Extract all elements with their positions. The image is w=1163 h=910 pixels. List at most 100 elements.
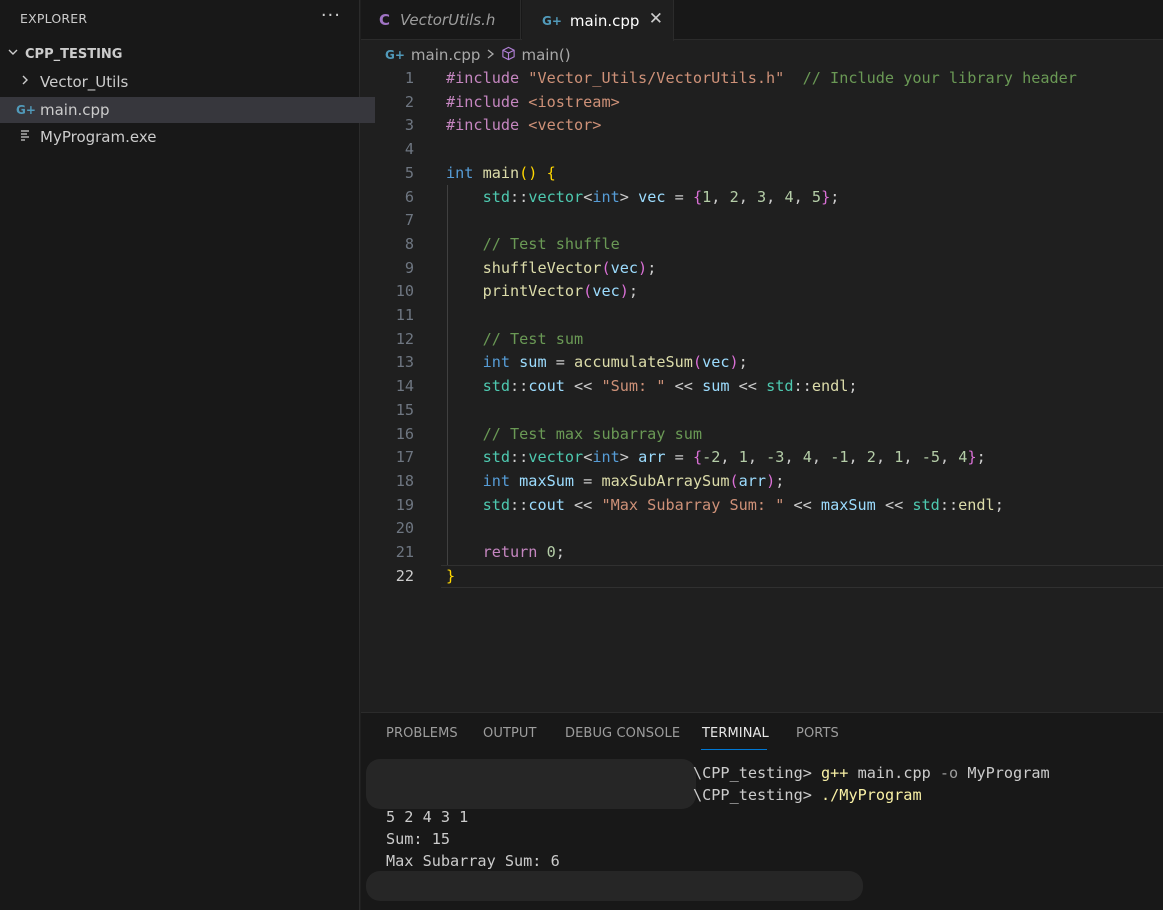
more-actions-icon[interactable]: ··· <box>321 5 341 26</box>
code-token: sum <box>702 377 730 396</box>
tab-main-cpp[interactable]: G+ main.cpp ✕ <box>522 0 674 41</box>
breadcrumb-file[interactable]: main.cpp <box>411 46 481 64</box>
code-line[interactable]: 7 <box>361 209 1163 233</box>
tab-terminal[interactable]: TERMINAL <box>702 726 769 741</box>
code-line[interactable]: 4 <box>361 138 1163 162</box>
code-token: "Vector_Utils/VectorUtils.h" <box>528 69 785 87</box>
code-token: std <box>482 495 511 514</box>
tab-ports[interactable]: PORTS <box>796 726 839 741</box>
chevron-right-icon <box>486 46 495 64</box>
code-token: std <box>482 448 511 467</box>
tab-output[interactable]: OUTPUT <box>483 726 537 741</box>
code-token: ( <box>729 471 739 490</box>
folder-name: CPP_TESTING <box>25 46 123 62</box>
code-text: printVector(vec); <box>446 280 639 304</box>
code-line[interactable]: 9 shuffleVector(vec); <box>361 257 1163 281</box>
code-token: { <box>692 448 703 467</box>
code-token: , <box>747 448 767 467</box>
folder-cpp-testing[interactable]: CPP_TESTING <box>0 41 363 67</box>
line-number: 8 <box>404 234 414 253</box>
command-flag: -o <box>939 764 959 782</box>
line-number: 4 <box>404 140 414 159</box>
code-token: ; <box>647 258 657 277</box>
code-token: // Test sum <box>482 329 584 348</box>
code-token: cout <box>528 377 565 396</box>
code-token: , <box>811 448 831 467</box>
code-line[interactable]: 18 int maxSum = maxSubArraySum(arr); <box>361 470 1163 494</box>
code-token: << <box>875 495 913 514</box>
tree-item-main-cpp[interactable]: G+ main.cpp <box>0 97 375 123</box>
code-token: << <box>564 377 602 396</box>
line-number: 22 <box>395 566 414 585</box>
breadcrumb-symbol[interactable]: main() <box>521 46 570 64</box>
line-number: 1 <box>404 69 414 87</box>
code-token: <iostream> <box>528 92 620 111</box>
line-number: 19 <box>395 495 414 514</box>
tab-debug-console[interactable]: DEBUG CONSOLE <box>565 726 680 741</box>
tree-item-myprogram-exe[interactable]: MyProgram.exe <box>0 124 375 150</box>
code-token: = <box>574 471 602 490</box>
code-token: int <box>482 353 520 372</box>
code-text: std::vector<int> arr = {-2, 1, -3, 4, -1… <box>446 446 986 470</box>
code-token: ) <box>638 258 648 277</box>
code-token: endl <box>811 377 849 396</box>
code-token: :: <box>939 495 959 514</box>
code-token: ) <box>619 282 629 301</box>
code-line[interactable]: 10 printVector(vec); <box>361 280 1163 304</box>
file-lines-icon <box>16 129 34 145</box>
code-line[interactable]: 14 std::cout << "Sum: " << sum << std::e… <box>361 375 1163 399</box>
code-line[interactable]: 3 #include <vector> <box>361 114 1163 138</box>
tab-problems[interactable]: PROBLEMS <box>386 726 458 741</box>
code-line[interactable]: 15 <box>361 399 1163 423</box>
code-token: ; <box>976 448 986 467</box>
code-line[interactable]: 1 #include "Vector_Utils/VectorUtils.h" /… <box>361 67 1163 91</box>
code-token: vec <box>702 353 730 372</box>
redacted-region <box>366 759 696 809</box>
code-line[interactable]: 20 <box>361 517 1163 541</box>
code-line[interactable]: 8 // Test shuffle <box>361 233 1163 257</box>
code-text: // Test max subarray sum <box>446 423 702 447</box>
code-line[interactable]: 6 std::vector<int> vec = {1, 2, 3, 4, 5}… <box>361 186 1163 210</box>
terminal-output-line: Max Subarray Sum: 6 <box>386 852 560 870</box>
tree-item-label: main.cpp <box>40 101 110 119</box>
code-token: maxSum <box>820 495 876 514</box>
prompt-path: \CPP_testing> <box>693 764 822 782</box>
code-line[interactable]: 22} <box>361 564 1163 589</box>
code-token: << <box>564 495 602 514</box>
close-icon[interactable]: ✕ <box>649 9 663 29</box>
code-token: , <box>711 187 730 206</box>
code-token: ( <box>601 258 611 277</box>
code-token: = <box>546 353 575 372</box>
code-line[interactable]: 13 int sum = accumulateSum(vec); <box>361 351 1163 375</box>
cpp-file-icon: G+ <box>16 103 36 117</box>
code-line[interactable]: 17 std::vector<int> arr = {-2, 1, -3, 4,… <box>361 446 1163 470</box>
breadcrumb: G+ main.cpp main() <box>385 44 571 66</box>
cpp-file-icon: G+ <box>542 13 562 28</box>
code-token: ) <box>766 471 776 490</box>
code-line[interactable]: 11 <box>361 304 1163 328</box>
code-line[interactable]: 21 return 0; <box>361 541 1163 565</box>
code-token: vec <box>592 282 620 301</box>
tab-vectorutils-h[interactable]: C VectorUtils.h <box>361 0 521 40</box>
code-token: maxSum <box>519 471 575 490</box>
command-program: g++ <box>821 764 849 782</box>
code-editor[interactable]: 1 #include "Vector_Utils/VectorUtils.h" /… <box>361 66 1163 711</box>
code-token: vector <box>528 187 584 206</box>
code-token: #include <box>446 116 529 135</box>
code-line[interactable]: 12 // Test sum <box>361 328 1163 352</box>
line-number: 17 <box>395 448 414 467</box>
code-line[interactable]: 5 int main() { <box>361 162 1163 186</box>
code-token: , <box>738 187 758 206</box>
tree-item-vector-utils[interactable]: Vector_Utils <box>0 69 375 95</box>
line-number: 2 <box>404 92 414 111</box>
code-line[interactable]: 16 // Test max subarray sum <box>361 423 1163 447</box>
code-text: } <box>446 565 455 589</box>
code-line[interactable]: 19 std::cout << "Max Subarray Sum: " << … <box>361 494 1163 518</box>
code-line[interactable]: 2 #include <iostream> <box>361 91 1163 115</box>
